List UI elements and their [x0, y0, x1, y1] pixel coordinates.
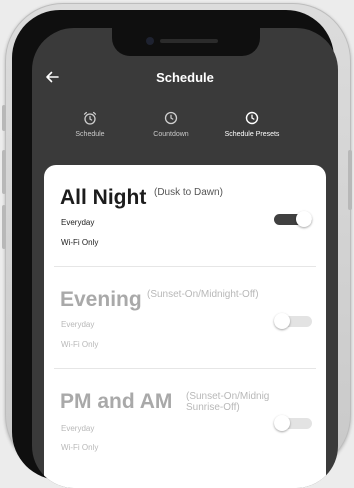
- preset-name: PM and AM: [60, 390, 173, 413]
- tab-bar: Schedule Countdown Schedule Presets: [32, 111, 338, 151]
- phone-side-button: [2, 205, 6, 249]
- preset-evening[interactable]: Evening (Sunset-On/Midnight-Off) Everyda…: [44, 267, 326, 369]
- preset-description: (Dusk to Dawn): [154, 187, 223, 198]
- tab-label: Countdown: [153, 131, 189, 138]
- clock-icon: [164, 111, 178, 125]
- preset-toggle[interactable]: [274, 415, 312, 431]
- preset-mode: Wi-Fi Only: [61, 340, 99, 349]
- phone-bezel: Schedule Schedule Countdown Schedule Pre…: [12, 10, 338, 488]
- preset-mode: Wi-Fi Only: [61, 443, 99, 452]
- preset-description: (Sunset-On/Midnig: [186, 391, 270, 402]
- preset-toggle[interactable]: [274, 313, 312, 329]
- preset-name: All Night: [60, 186, 147, 209]
- phone-side-button: [348, 150, 352, 210]
- phone-notch: [112, 28, 260, 56]
- preset-mode: Wi-Fi Only: [61, 238, 99, 247]
- presets-card: All Night (Dusk to Dawn) Everyday Wi-Fi …: [44, 165, 326, 488]
- preset-days: Everyday: [61, 218, 95, 227]
- page-title: Schedule: [156, 70, 214, 85]
- preset-description: Sunrise-Off): [186, 402, 240, 413]
- preset-description: (Sunset-On/Midnight-Off): [147, 289, 259, 300]
- camera-icon: [146, 37, 154, 45]
- tab-schedule-presets[interactable]: Schedule Presets: [209, 111, 295, 138]
- speaker-grille: [160, 39, 218, 43]
- phone-side-button: [2, 150, 6, 194]
- app-screen: Schedule Schedule Countdown Schedule Pre…: [32, 28, 338, 488]
- preset-pm-and-am[interactable]: PM and AM (Sunset-On/Midnig Sunrise-Off)…: [44, 369, 326, 471]
- preset-days: Everyday: [61, 424, 95, 433]
- tab-label: Schedule Presets: [224, 131, 280, 138]
- preset-toggle[interactable]: [274, 211, 312, 227]
- tab-countdown[interactable]: Countdown: [128, 111, 214, 138]
- phone-side-button: [2, 105, 6, 131]
- preset-all-night[interactable]: All Night (Dusk to Dawn) Everyday Wi-Fi …: [44, 165, 326, 267]
- tab-label: Schedule: [75, 131, 105, 138]
- clock-icon: [245, 111, 259, 125]
- preset-days: Everyday: [61, 320, 95, 329]
- preset-name: Evening: [60, 288, 142, 311]
- tab-schedule[interactable]: Schedule: [47, 111, 133, 138]
- alarm-clock-icon: [83, 111, 97, 125]
